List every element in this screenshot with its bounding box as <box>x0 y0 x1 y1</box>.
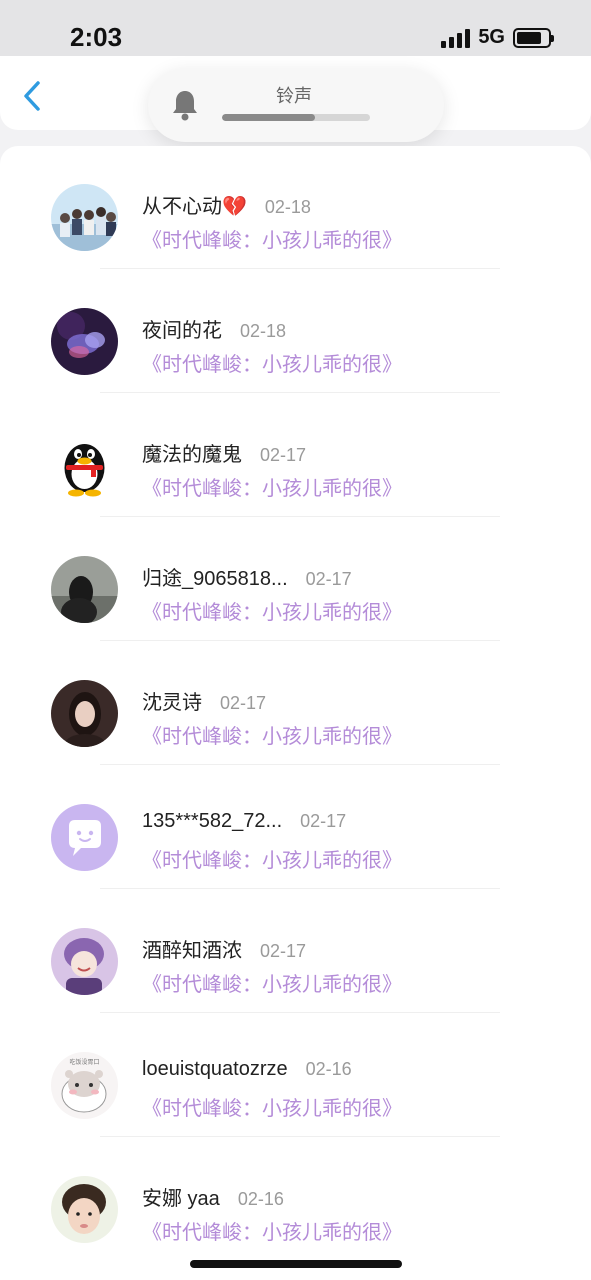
user-name: 安娜 yaa <box>142 1188 220 1210</box>
date-label: 02-17 <box>305 569 352 589</box>
date-label: 02-16 <box>237 1189 284 1209</box>
status-time: 2:03 <box>70 22 123 52</box>
date-label: 02-17 <box>260 941 307 961</box>
user-list: 从不心动💔 02-18 《时代峰峻：小孩儿乖的很》 夜间的花 02-18 《时代… <box>0 146 591 1280</box>
anime-avatar[interactable] <box>51 928 118 995</box>
list-item[interactable]: 135***582_72... 02-17 《时代峰峻：小孩儿乖的很》 <box>0 766 591 890</box>
girl-photo-avatar[interactable] <box>51 556 118 623</box>
default-chat-avatar[interactable] <box>51 804 118 871</box>
portrait-avatar[interactable] <box>51 680 118 747</box>
signal-icon <box>441 28 471 48</box>
date-label: 02-18 <box>264 197 311 217</box>
song-title[interactable]: 《时代峰峻：小孩儿乖的很》 <box>142 472 402 501</box>
network-type: 5G <box>478 26 505 48</box>
list-item[interactable]: 沈灵诗 02-17 《时代峰峻：小孩儿乖的很》 <box>0 642 591 766</box>
home-indicator[interactable] <box>190 1260 402 1268</box>
user-name: 归途_9065818... <box>142 568 288 590</box>
jellyfish-avatar[interactable] <box>51 308 118 375</box>
volume-bar <box>222 114 370 121</box>
back-button[interactable] <box>18 78 48 114</box>
avatar-caption: 吃饭没胃口 <box>69 1058 99 1066</box>
user-name: 沈灵诗 <box>142 692 202 714</box>
divider <box>100 1012 500 1013</box>
song-title[interactable]: 《时代峰峻：小孩儿乖的很》 <box>142 348 402 377</box>
divider <box>100 888 500 889</box>
list-item[interactable]: 归途_9065818... 02-17 《时代峰峻：小孩儿乖的很》 <box>0 518 591 642</box>
user-name: loeuistquatozrze <box>142 1058 288 1080</box>
user-name: 魔法的魔鬼 <box>142 444 242 466</box>
child-photo-avatar[interactable] <box>51 1176 118 1243</box>
ringtone-volume-popup: 铃声 <box>148 68 444 142</box>
list-item[interactable]: 吃饭没胃口 loeuistquatozrze 02-16 《时代峰峻：小孩儿乖的… <box>0 1014 591 1138</box>
chevron-left-icon <box>24 81 40 111</box>
song-title[interactable]: 《时代峰峻：小孩儿乖的很》 <box>142 968 402 997</box>
list-item[interactable]: 从不心动💔 02-18 《时代峰峻：小孩儿乖的很》 <box>0 146 591 270</box>
song-title[interactable]: 《时代峰峻：小孩儿乖的很》 <box>142 224 402 253</box>
song-title[interactable]: 《时代峰峻：小孩儿乖的很》 <box>142 844 402 873</box>
list-item[interactable]: 安娜 yaa 02-16 《时代峰峻：小孩儿乖的很》 <box>0 1138 591 1262</box>
qq-penguin-avatar[interactable] <box>51 432 118 499</box>
divider <box>100 764 500 765</box>
list-item[interactable]: 酒醉知酒浓 02-17 《时代峰峻：小孩儿乖的很》 <box>0 890 591 1014</box>
song-title[interactable]: 《时代峰峻：小孩儿乖的很》 <box>142 720 402 749</box>
ringtone-label: 铃声 <box>276 86 312 106</box>
hamster-avatar[interactable]: 吃饭没胃口 <box>51 1052 118 1119</box>
date-label: 02-16 <box>305 1059 352 1079</box>
user-name: 夜间的花 <box>142 320 222 342</box>
bell-icon <box>173 91 197 121</box>
list-item[interactable]: 夜间的花 02-18 《时代峰峻：小孩儿乖的很》 <box>0 270 591 394</box>
date-label: 02-18 <box>240 321 287 341</box>
battery-icon <box>513 27 554 48</box>
status-icons: 5G <box>441 26 554 49</box>
divider <box>100 516 500 517</box>
divider <box>100 268 500 269</box>
status-bar: 2:03 5G <box>0 0 591 56</box>
date-label: 02-17 <box>260 445 307 465</box>
user-name: 从不心动💔 <box>142 196 247 218</box>
divider <box>100 392 500 393</box>
date-label: 02-17 <box>300 811 347 831</box>
divider <box>100 640 500 641</box>
user-name: 酒醉知酒浓 <box>142 940 242 962</box>
volume-bar-fill <box>222 114 316 121</box>
date-label: 02-17 <box>220 693 267 713</box>
song-title[interactable]: 《时代峰峻：小孩儿乖的很》 <box>142 596 402 625</box>
song-title[interactable]: 《时代峰峻：小孩儿乖的很》 <box>142 1092 402 1121</box>
user-name: 135***582_72... <box>142 810 283 832</box>
divider <box>100 1136 500 1137</box>
group-photo-avatar[interactable] <box>51 184 118 251</box>
list-item[interactable]: 魔法的魔鬼 02-17 《时代峰峻：小孩儿乖的很》 <box>0 394 591 518</box>
song-title[interactable]: 《时代峰峻：小孩儿乖的很》 <box>142 1216 402 1245</box>
